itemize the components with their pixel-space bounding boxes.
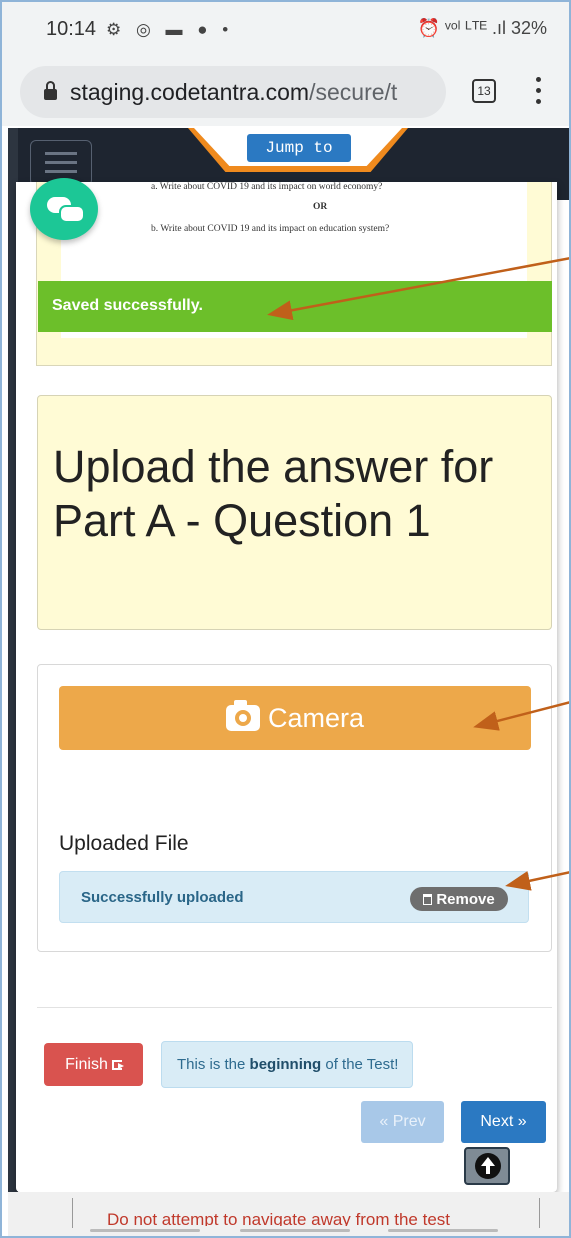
chat-bubble-icon-2 bbox=[59, 205, 85, 223]
browser-menu-icon[interactable] bbox=[536, 77, 542, 107]
url-text[interactable]: staging.codetantra.com/secure/t bbox=[70, 79, 442, 106]
upload-title: Upload the answer for Part A - Question … bbox=[53, 441, 494, 546]
tab-switcher-button[interactable]: 13 bbox=[472, 79, 496, 103]
info-bold: beginning bbox=[249, 1056, 322, 1073]
jump-to-button[interactable]: Jump to bbox=[247, 134, 351, 162]
notification-icons: ⚙ ◎ ▬ ● • bbox=[106, 20, 234, 39]
info-prefix: This is the bbox=[177, 1056, 250, 1073]
remove-button[interactable]: Remove bbox=[410, 887, 508, 911]
url-host: staging.codetantra.com bbox=[70, 79, 310, 105]
question-option-b: b. Write about COVID 19 and its impact o… bbox=[151, 224, 390, 234]
question-or: OR bbox=[313, 202, 328, 212]
clock: 10:14 bbox=[46, 18, 97, 40]
status-bar: 10:14 ⚙ ◎ ▬ ● • ⏰ ᵛᵒˡ ᴸᵀᴱ .ıl 32% bbox=[0, 0, 571, 60]
url-path: /secure/t bbox=[309, 79, 398, 105]
arrow-up-icon bbox=[475, 1153, 501, 1179]
exit-icon bbox=[111, 1059, 124, 1070]
info-suffix: of the Test! bbox=[321, 1056, 399, 1073]
finish-button[interactable]: Finish bbox=[44, 1043, 143, 1086]
gesture-bar-center bbox=[240, 1229, 350, 1232]
navigation-warning: Do not attempt to navigate away from the… bbox=[72, 1198, 540, 1228]
remove-button-label: Remove bbox=[436, 890, 495, 908]
camera-button-label: Camera bbox=[267, 702, 365, 733]
trash-icon bbox=[423, 893, 433, 905]
lock-icon bbox=[44, 81, 57, 101]
gesture-bar-right bbox=[388, 1229, 498, 1232]
prev-button[interactable]: « Prev bbox=[361, 1101, 444, 1143]
divider bbox=[37, 1007, 552, 1008]
camera-icon bbox=[225, 699, 260, 731]
uploaded-file-label: Uploaded File bbox=[59, 832, 189, 855]
test-position-text: This is the beginning of the Test! bbox=[177, 1056, 398, 1073]
question-option-a: a. Write about COVID 19 and its impact o… bbox=[151, 182, 383, 192]
saved-alert: Saved successfully. bbox=[38, 281, 552, 332]
scroll-to-top-button[interactable] bbox=[464, 1147, 510, 1185]
address-bar[interactable]: staging.codetantra.com/secure/t bbox=[20, 66, 446, 118]
navigation-warning-text: Do not attempt to navigate away from the… bbox=[107, 1210, 451, 1226]
gesture-bar-left bbox=[90, 1229, 200, 1232]
next-button[interactable]: Next » bbox=[461, 1101, 546, 1143]
chat-button[interactable] bbox=[30, 178, 98, 240]
upload-status-alert: Successfully uploaded Remove bbox=[59, 871, 529, 923]
jump-to-tab: Jump to bbox=[188, 128, 408, 172]
camera-button[interactable]: Camera bbox=[59, 686, 531, 750]
question-card: a. Write about COVID 19 and its impact o… bbox=[36, 182, 552, 366]
upload-status-text: Successfully uploaded bbox=[81, 889, 244, 906]
browser-toolbar: staging.codetantra.com/secure/t 13 bbox=[0, 60, 571, 126]
upload-section: Camera Uploaded File Successfully upload… bbox=[37, 664, 552, 952]
saved-alert-text: Saved successfully. bbox=[52, 297, 203, 314]
system-status-icons: ⏰ ᵛᵒˡ ᴸᵀᴱ .ıl 32% bbox=[417, 18, 547, 38]
finish-button-label: Finish bbox=[65, 1055, 108, 1073]
test-position-info: This is the beginning of the Test! bbox=[161, 1041, 413, 1088]
upload-title-card: Upload the answer for Part A - Question … bbox=[37, 395, 552, 630]
